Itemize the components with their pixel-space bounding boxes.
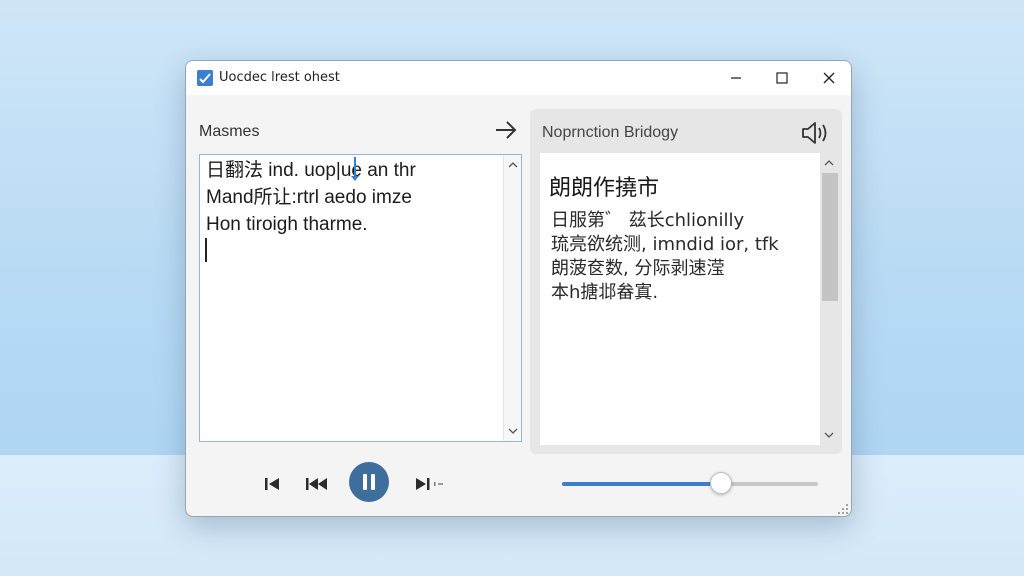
close-button[interactable] [806, 61, 851, 95]
maximize-icon [776, 72, 788, 84]
source-text[interactable]: 日翻法 ind. uop|ue an thr Mand所让:rtrl aedo … [206, 157, 496, 238]
translation-heading: 朗朗作撓市 [549, 176, 660, 201]
source-text-area[interactable]: 日翻法 ind. uop|ue an thr Mand所让:rtrl aedo … [199, 154, 522, 442]
source-line: Mand所让:rtrl aedo imze [206, 187, 412, 208]
app-translate-icon [197, 70, 213, 86]
skip-previous-icon [265, 478, 279, 490]
pause-button[interactable] [349, 462, 389, 502]
rewind-button[interactable] [304, 473, 330, 495]
translator-window: Uocdec lrest ohest Masmes 日翻法 ind. uop|u… [185, 60, 852, 517]
pause-icon [363, 474, 375, 490]
scroll-down-icon[interactable] [504, 423, 522, 439]
playback-controls [186, 461, 851, 516]
window-title: Uocdec lrest ohest [219, 70, 340, 85]
slider-thumb[interactable] [709, 472, 732, 494]
resize-grip-icon[interactable] [837, 503, 849, 515]
insertion-marker [351, 157, 359, 181]
maximize-button[interactable] [759, 61, 805, 95]
source-line: Hon tiroigh tharme. [206, 214, 368, 235]
translation-line: 本h搪邶畚寘. [551, 282, 659, 303]
rewind-icon [306, 478, 327, 490]
title-bar[interactable]: Uocdec lrest ohest [186, 61, 851, 95]
minimize-button[interactable] [713, 61, 759, 95]
target-language-label[interactable]: Noprnction Bridogy [542, 124, 678, 142]
source-language-label[interactable]: Masmes [199, 123, 259, 141]
scroll-up-icon[interactable] [504, 157, 522, 173]
skip-to-start-button[interactable] [261, 473, 283, 495]
translation-line: 朗菠奁数, 分际剥速滢 [551, 258, 725, 279]
translation-line: 琉亮欲统测, imndid ior, tfk [551, 234, 779, 255]
swap-arrow-icon[interactable] [493, 117, 519, 143]
text-caret [205, 238, 207, 262]
translation-line: 日服第゛ 茲长chlionilly [551, 210, 745, 231]
close-icon [823, 72, 835, 84]
translation-output: 朗朗作撓市 日服第゛ 茲长chlionilly 琉亮欲统测, imndid io… [540, 153, 820, 445]
translation-text: 日服第゛ 茲长chlionilly 琉亮欲统测, imndid ior, tfk… [551, 209, 811, 305]
translation-pane: Noprnction Bridogy 朗朗作撓市 日服第゛ 茲长chlionil… [530, 109, 842, 454]
scrollbar-thumb[interactable] [822, 173, 838, 301]
playback-progress-slider[interactable] [562, 472, 818, 494]
scroll-up-icon[interactable] [820, 155, 838, 171]
speaker-icon[interactable] [800, 119, 832, 147]
minimize-icon [731, 77, 741, 79]
scroll-down-icon[interactable] [820, 427, 838, 443]
slider-fill [562, 482, 721, 486]
skip-next-icon [416, 478, 443, 490]
translation-scrollbar[interactable] [820, 153, 838, 445]
source-scrollbar[interactable] [503, 155, 521, 441]
skip-next-button[interactable] [414, 473, 448, 495]
